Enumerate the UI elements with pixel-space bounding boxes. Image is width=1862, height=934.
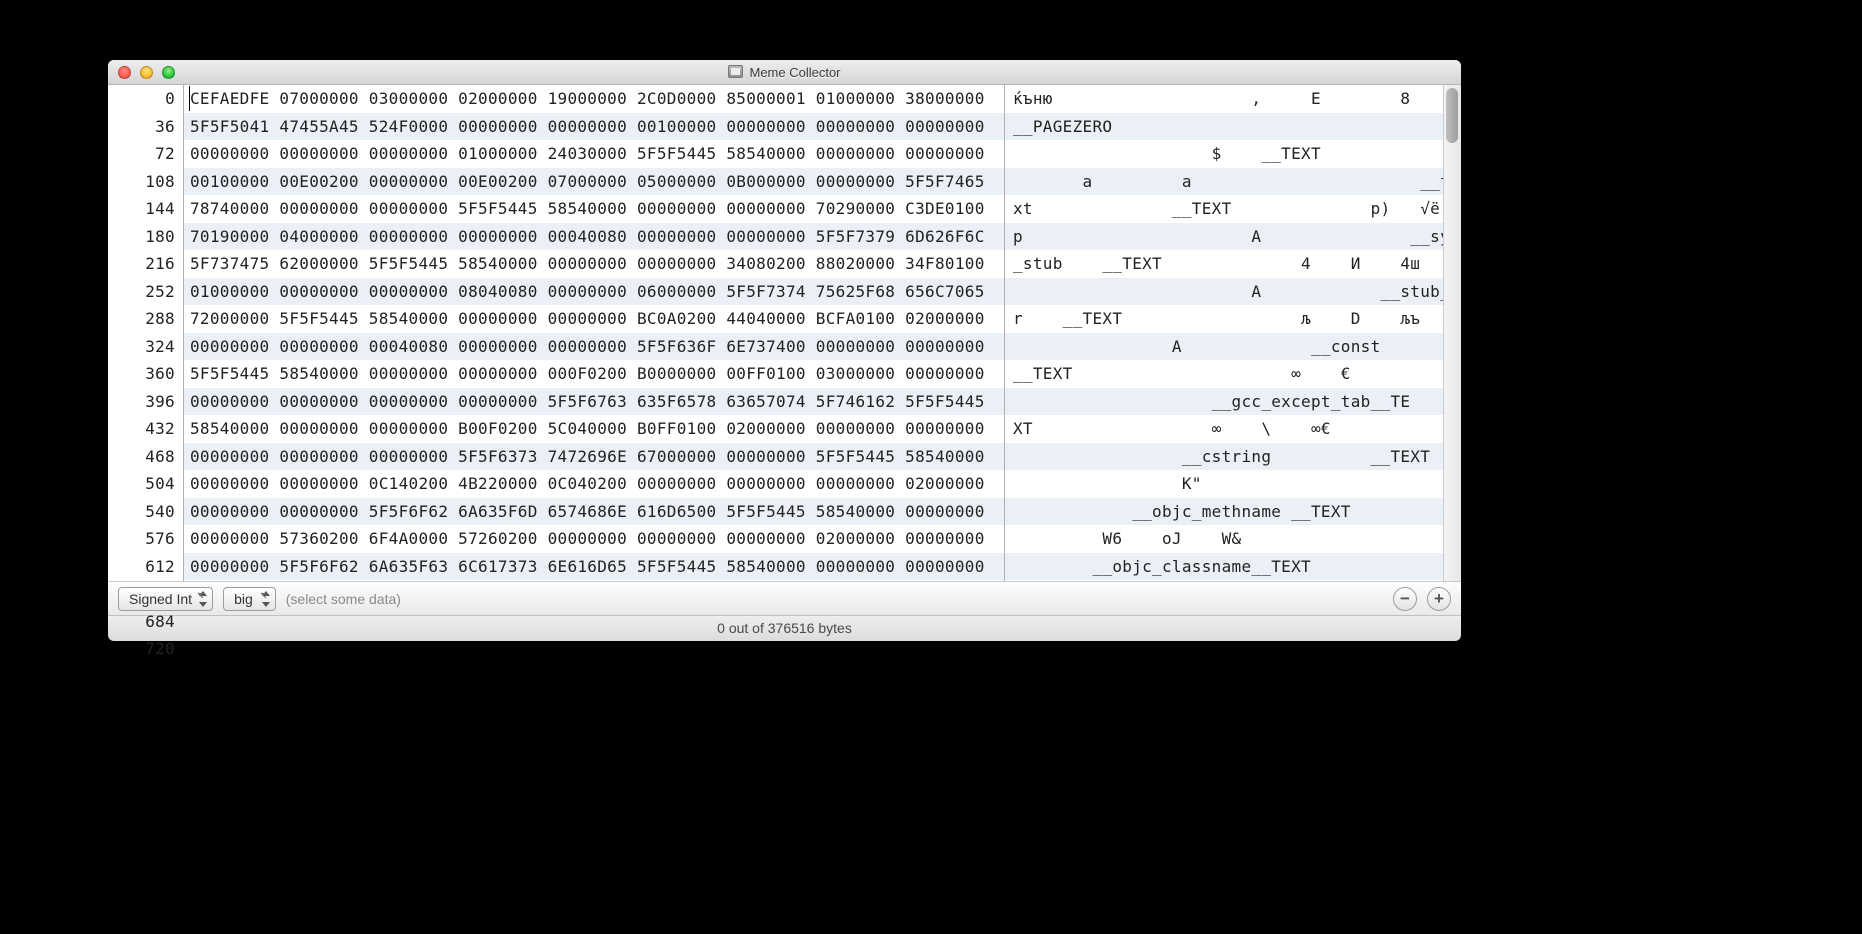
minus-button[interactable]: − <box>1393 587 1417 611</box>
minus-icon: − <box>1400 590 1410 607</box>
offset-cell: 180 <box>108 223 175 251</box>
plus-button[interactable]: + <box>1427 587 1451 611</box>
scroll-thumb[interactable] <box>1446 88 1458 143</box>
hex-row[interactable]: CEFAEDFE 07000000 03000000 02000000 1900… <box>184 85 1004 113</box>
offset-cell: 144 <box>108 195 175 223</box>
hex-row[interactable]: C6800200 E1020000 C6700200 00000000 0000… <box>184 580 1004 581</box>
hex-row[interactable]: 00000000 00000000 5F5F6F62 6A635F6D 6574… <box>184 498 1004 526</box>
hex-row[interactable]: 01000000 00000000 00000000 08040080 0000… <box>184 278 1004 306</box>
hex-row[interactable]: 70190000 04000000 00000000 00000000 0004… <box>184 223 1004 251</box>
offset-cell: 576 <box>108 525 175 553</box>
hex-row[interactable]: 00000000 00000000 0C140200 4B220000 0C04… <box>184 470 1004 498</box>
ascii-row[interactable]: $ __TEXT <box>1005 140 1443 168</box>
ascii-row[interactable]: __gcc_except_tab__TE <box>1005 388 1443 416</box>
ascii-row[interactable]: K" <box>1005 470 1443 498</box>
offset-cell: 432 <box>108 415 175 443</box>
updown-icon <box>261 591 270 607</box>
document-proxy-icon[interactable] <box>728 65 743 78</box>
ascii-area[interactable]: ќъню , Е 8__PAGEZERO $ __TEXT а а __text… <box>1005 85 1443 581</box>
endian-select-value: big <box>234 591 253 607</box>
hex-editor-window: Meme Collector 0367210814418021625228832… <box>108 60 1461 638</box>
offset-cell: 324 <box>108 333 175 361</box>
hex-content: 0367210814418021625228832436039643246850… <box>108 85 1461 581</box>
ascii-row[interactable]: ∆А б ∆p <box>1005 580 1443 581</box>
offset-cell: 0 <box>108 85 175 113</box>
offset-cell: 540 <box>108 498 175 526</box>
offset-cell: 36 <box>108 113 175 141</box>
ascii-row[interactable]: __PAGEZERO <box>1005 113 1443 141</box>
status-bar: 0 out of 376516 bytes <box>108 615 1461 641</box>
hex-row[interactable]: 5F737475 62000000 5F5F5445 58540000 0000… <box>184 250 1004 278</box>
vertical-scrollbar[interactable] <box>1443 85 1461 581</box>
offset-cell: 720 <box>108 635 175 663</box>
offset-cell: 108 <box>108 168 175 196</box>
offset-cell: 396 <box>108 388 175 416</box>
ascii-row[interactable]: __objc_classname__TEXT <box>1005 553 1443 581</box>
offset-gutter: 0367210814418021625228832436039643246850… <box>108 85 184 581</box>
endian-select[interactable]: big <box>223 587 276 611</box>
offset-cell: 72 <box>108 140 175 168</box>
hex-row[interactable]: 00000000 5F5F6F62 6A635F63 6C617373 6E61… <box>184 553 1004 581</box>
hex-bytes-area[interactable]: CEFAEDFE 07000000 03000000 02000000 1900… <box>184 85 1005 581</box>
text-caret <box>189 86 190 111</box>
offset-cell: 504 <box>108 470 175 498</box>
hex-row[interactable]: 00000000 00000000 00000000 01000000 2403… <box>184 140 1004 168</box>
window-title-text: Meme Collector <box>749 65 840 80</box>
selection-hint: (select some data) <box>286 591 401 607</box>
updown-icon <box>198 591 207 607</box>
offset-cell: 252 <box>108 278 175 306</box>
hex-row[interactable]: 5F5F5041 47455A45 524F0000 00000000 0000… <box>184 113 1004 141</box>
hex-row[interactable]: 72000000 5F5F5445 58540000 00000000 0000… <box>184 305 1004 333</box>
offset-cell: 360 <box>108 360 175 388</box>
offset-cell: 216 <box>108 250 175 278</box>
ascii-row[interactable]: ќъню , Е 8 <box>1005 85 1443 113</box>
hex-row[interactable]: 00000000 00000000 00000000 5F5F6373 7472… <box>184 443 1004 471</box>
ascii-row[interactable]: xt __TEXT p) √ë <box>1005 195 1443 223</box>
hex-row[interactable]: 00000000 00000000 00040080 00000000 0000… <box>184 333 1004 361</box>
status-text: 0 out of 376516 bytes <box>717 620 852 636</box>
hex-row[interactable]: 5F5F5445 58540000 00000000 00000000 000F… <box>184 360 1004 388</box>
ascii-row[interactable]: W6 oJ W& <box>1005 525 1443 553</box>
window-title: Meme Collector <box>108 65 1461 80</box>
hex-row[interactable]: 00000000 57360200 6F4A0000 57260200 0000… <box>184 525 1004 553</box>
ascii-row[interactable]: А __const <box>1005 333 1443 361</box>
format-select-value: Signed Int <box>129 591 192 607</box>
offset-cell: 684 <box>108 608 175 636</box>
titlebar[interactable]: Meme Collector <box>108 60 1461 85</box>
offset-cell: 468 <box>108 443 175 471</box>
ascii-row[interactable]: p А __symbol <box>1005 223 1443 251</box>
ascii-row[interactable]: _stub __TEXT 4 И 4ш <box>1005 250 1443 278</box>
hex-row[interactable]: 00000000 00000000 00000000 00000000 5F5F… <box>184 388 1004 416</box>
offset-cell: 612 <box>108 553 175 581</box>
ascii-row[interactable]: XT ∞ \ ∞€ <box>1005 415 1443 443</box>
offset-cell: 288 <box>108 305 175 333</box>
hex-row[interactable]: 58540000 00000000 00000000 B00F0200 5C04… <box>184 415 1004 443</box>
ascii-row[interactable]: а а __te <box>1005 168 1443 196</box>
format-select[interactable]: Signed Int <box>118 587 213 611</box>
ascii-row[interactable]: __objc_methname __TEXT <box>1005 498 1443 526</box>
hex-row[interactable]: 00100000 00E00200 00000000 00E00200 0700… <box>184 168 1004 196</box>
ascii-row[interactable]: __TEXT ∞ € <box>1005 360 1443 388</box>
ascii-row[interactable]: А __stub_helpe <box>1005 278 1443 306</box>
format-toolbar: Signed Int big (select some data) − + <box>108 581 1461 615</box>
hex-row[interactable]: 78740000 00000000 00000000 5F5F5445 5854… <box>184 195 1004 223</box>
plus-icon: + <box>1434 590 1444 607</box>
ascii-row[interactable]: r __TEXT љ D љъ <box>1005 305 1443 333</box>
ascii-row[interactable]: __cstring __TEXT <box>1005 443 1443 471</box>
